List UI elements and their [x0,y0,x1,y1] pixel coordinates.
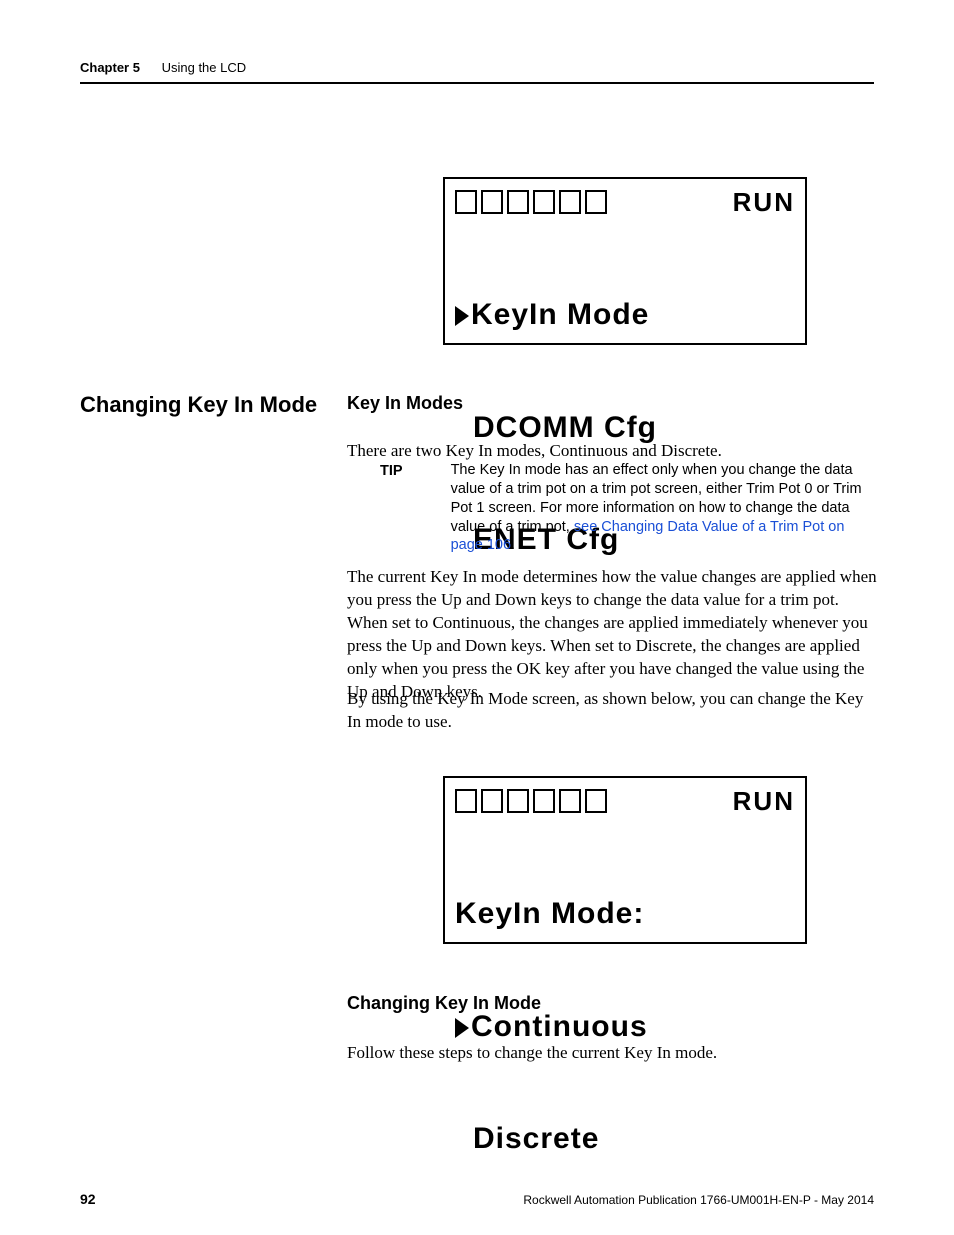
lcd-status: RUN [733,788,795,814]
body-text: The current Key In mode determines how t… [347,566,877,704]
lcd-indicator-boxes [455,789,607,813]
menu-cursor-icon [455,1018,469,1038]
chapter-title: Using the LCD [162,60,247,75]
lcd-indicator-boxes [455,190,607,214]
subsection-heading: Changing Key In Mode [347,993,541,1014]
body-text: There are two Key In modes, Continuous a… [347,440,877,463]
subsection-heading: Key In Modes [347,393,463,414]
lcd-status: RUN [733,189,795,215]
tip-block: TIP The Key In mode has an effect only w… [380,461,875,555]
lcd-line: KeyIn Mode [471,298,649,331]
body-text: By using the Key In Mode screen, as show… [347,688,877,734]
chapter-label: Chapter 5 [80,60,140,75]
body-text: Follow these steps to change the current… [347,1042,877,1065]
tip-label: TIP [380,461,403,555]
lcd-line: KeyIn Mode: [455,897,644,930]
menu-cursor-icon [455,306,469,326]
tip-text: The Key In mode has an effect only when … [451,461,875,555]
lcd-line: DCOMM Cfg [473,411,657,444]
header-rule [80,82,874,84]
lcd-line: Continuous [471,1010,648,1043]
lcd-screen-menu: RUN KeyIn Mode DCOMM Cfg ENET Cfg [443,177,807,345]
running-head: Chapter 5 Using the LCD [80,60,246,75]
section-heading: Changing Key In Mode [80,392,330,418]
lcd-screen-keyin: RUN KeyIn Mode: Continuous Discrete [443,776,807,944]
page-number: 92 [80,1191,96,1207]
lcd-line: Discrete [473,1122,599,1155]
publication-info: Rockwell Automation Publication 1766-UM0… [523,1193,874,1207]
